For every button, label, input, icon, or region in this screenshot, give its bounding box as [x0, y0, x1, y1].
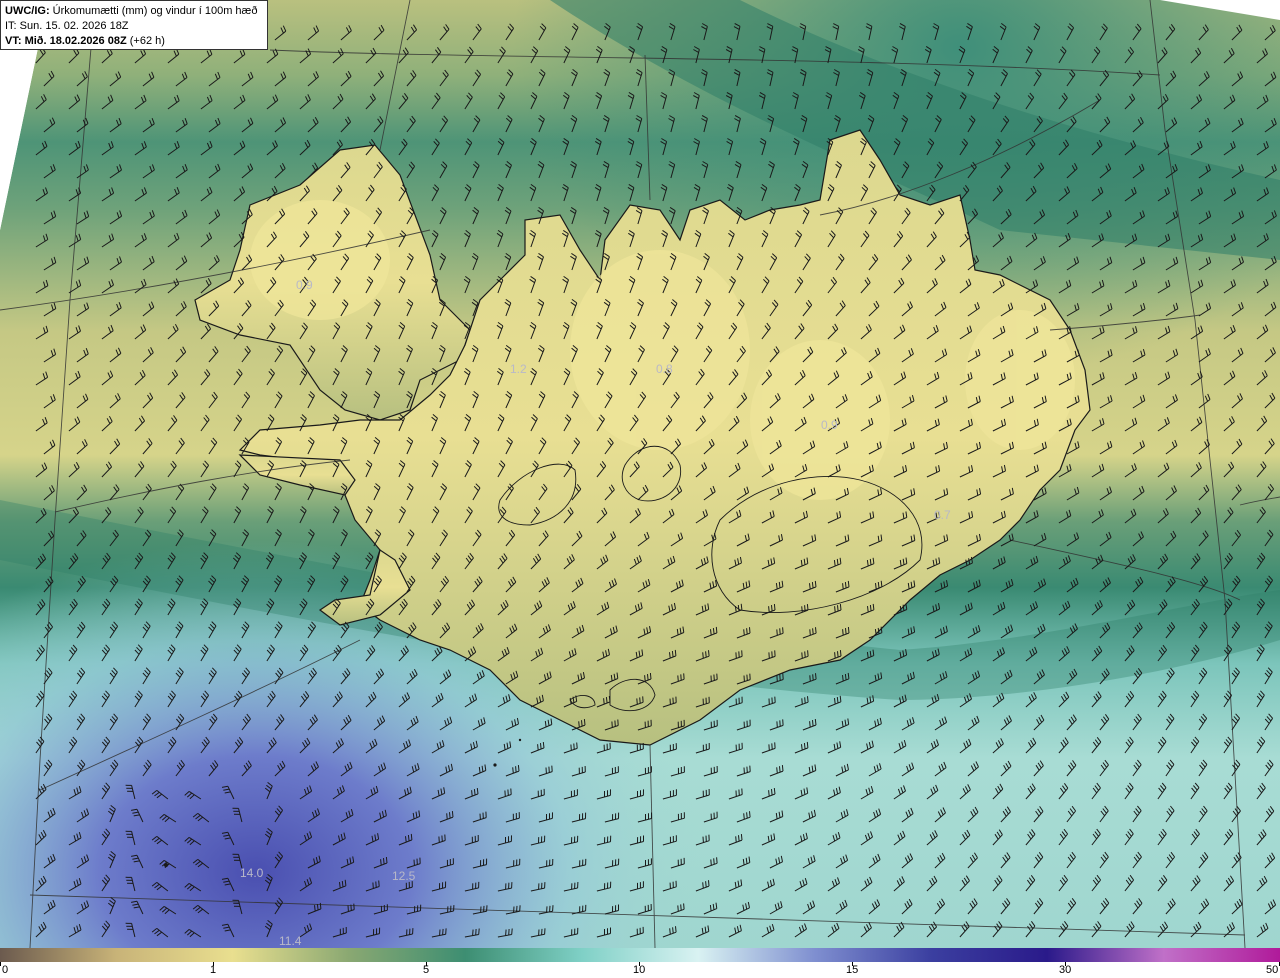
colorbar-label-5: 5	[423, 964, 430, 976]
valid-time: Mið. 18.02.2026 08Z	[24, 35, 127, 47]
colorbar: 0 1 5 10 15 30 50	[0, 948, 1280, 978]
colorbar-label-0: 0	[2, 964, 9, 976]
field-label-north-highland: 0.8	[656, 362, 673, 376]
colorbar-label-50: 50	[1266, 964, 1279, 976]
colorbar-label-10: 10	[633, 964, 646, 976]
field-label-nw-fjords: 0.9	[296, 278, 313, 292]
colorbar-label-15: 15	[846, 964, 859, 976]
init-time: IT: Sun. 15. 02. 2026 18Z	[5, 20, 129, 32]
colorbar-label-1: 1	[210, 964, 217, 976]
header-box: UWC/IG: Úrkomumætti (mm) og vindur í 100…	[0, 0, 268, 50]
field-label-south-sea-mid: 12.5	[392, 869, 416, 883]
field-label-west-center: 1.2	[510, 362, 527, 376]
field-label-south-sea-bottom: 11.4	[279, 934, 302, 948]
model-name: UWC/IG:	[5, 5, 50, 17]
field-label-east-glacier: 0.7	[934, 508, 951, 522]
field-label-north-east: 0.9	[821, 418, 838, 432]
colorbar-label-30: 30	[1059, 964, 1072, 976]
field-label-south-sea-west: 14.0	[240, 866, 264, 880]
map-description: Úrkomumætti (mm) og vindur í 100m hæð	[52, 5, 258, 17]
forecast-map	[0, 0, 1280, 948]
lead-time: (+62 h)	[129, 35, 165, 47]
colorbar-strip	[0, 948, 1280, 962]
valid-prefix: VT:	[5, 35, 22, 47]
